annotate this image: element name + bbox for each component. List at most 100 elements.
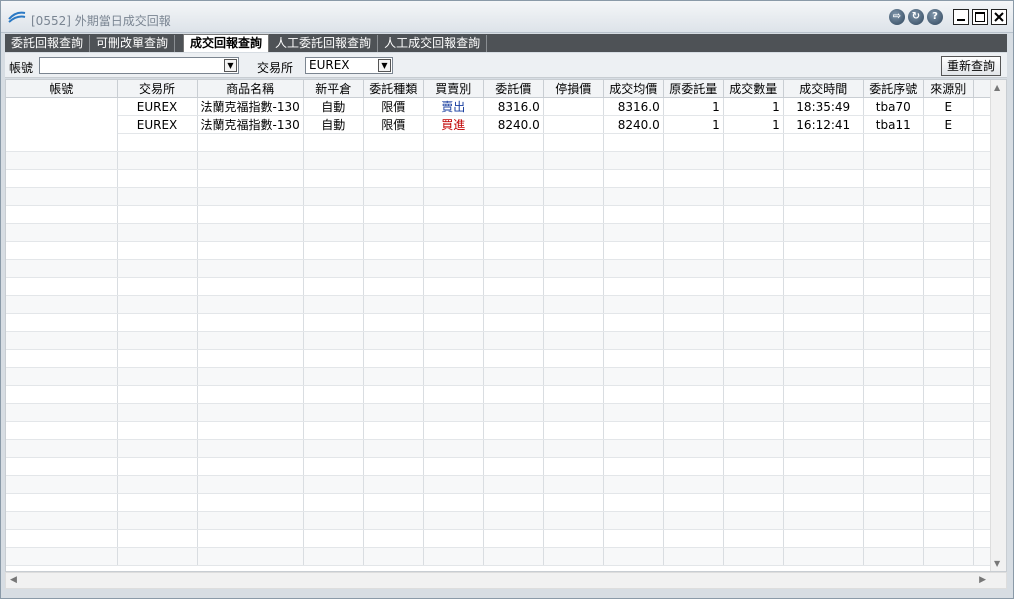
empty-cell xyxy=(117,475,198,494)
avg-price-cell[interactable]: 8240.0 xyxy=(603,115,664,134)
price-cell[interactable]: 8316.0 xyxy=(483,97,544,116)
chevron-down-icon[interactable]: ▼ xyxy=(224,59,237,72)
scroll-left-icon[interactable]: ◀ xyxy=(10,575,17,585)
avg-price-cell[interactable]: 8316.0 xyxy=(603,97,664,116)
price-cell[interactable]: 8240.0 xyxy=(483,115,544,134)
empty-row xyxy=(6,385,999,404)
side-cell[interactable]: 賣出 xyxy=(423,97,484,116)
fill-time-cell[interactable]: 16:12:41 xyxy=(783,115,864,134)
empty-cell xyxy=(197,169,304,188)
empty-cell xyxy=(923,475,974,494)
col-header[interactable]: 委託價 xyxy=(483,80,544,98)
tab-manual-fill-report[interactable]: 人工成交回報查詢 xyxy=(378,35,488,52)
stop-price-cell[interactable] xyxy=(543,115,604,134)
empty-cell xyxy=(117,367,198,386)
col-header[interactable]: 來源別 xyxy=(923,80,974,98)
col-header[interactable]: 原委託量 xyxy=(663,80,724,98)
empty-cell xyxy=(197,133,304,152)
minimize-button[interactable] xyxy=(953,9,969,25)
source-cell[interactable]: E xyxy=(923,97,974,116)
stop-price-cell[interactable] xyxy=(543,97,604,116)
col-header[interactable]: 成交數量 xyxy=(723,80,784,98)
col-header[interactable]: 帳號 xyxy=(6,80,118,98)
order-no-cell[interactable]: tba11 xyxy=(863,115,924,134)
chevron-down-icon[interactable]: ▼ xyxy=(378,59,391,72)
empty-cell xyxy=(483,367,544,386)
help-icon[interactable]: ? xyxy=(927,9,943,25)
col-header[interactable]: 新平倉 xyxy=(303,80,364,98)
title-bar[interactable]: [0552] 外期當日成交回報 ⇨ ↻ ? xyxy=(1,1,1013,33)
tab-cancellable-orders[interactable]: 可刪改單查詢 xyxy=(90,35,176,52)
fill-qty-cell[interactable]: 1 xyxy=(723,97,784,116)
empty-cell xyxy=(117,493,198,512)
empty-cell xyxy=(483,421,544,440)
empty-cell xyxy=(783,367,864,386)
account-select[interactable]: ▼ xyxy=(39,57,239,74)
empty-cell xyxy=(303,259,364,278)
close-button[interactable] xyxy=(991,9,1007,25)
col-header[interactable]: 商品名稱 xyxy=(197,80,304,98)
empty-cell xyxy=(483,241,544,260)
empty-cell xyxy=(483,385,544,404)
col-header[interactable]: 成交時間 xyxy=(783,80,864,98)
empty-cell xyxy=(863,349,924,368)
orig-qty-cell[interactable]: 1 xyxy=(663,115,724,134)
tab-bar: 委託回報查詢 可刪改單查詢 成交回報查詢 人工委託回報查詢 人工成交回報查詢 xyxy=(5,34,1007,52)
tab-fill-report[interactable]: 成交回報查詢 xyxy=(183,34,270,52)
scroll-right-icon[interactable]: ▶ xyxy=(979,575,986,585)
col-header[interactable]: 成交均價 xyxy=(603,80,664,98)
col-header[interactable]: 交易所 xyxy=(117,80,198,98)
source-cell[interactable]: E xyxy=(923,115,974,134)
col-header[interactable]: 停損價 xyxy=(543,80,604,98)
account-cell[interactable] xyxy=(6,97,118,134)
horizontal-scrollbar[interactable]: ◀ ▶ xyxy=(5,572,1007,589)
order-no-cell[interactable]: tba70 xyxy=(863,97,924,116)
table-row[interactable]: EUREX 法蘭克福指數-130 自動 限價 買進 8240.0 8240.0 … xyxy=(6,115,999,134)
order-type-cell[interactable]: 限價 xyxy=(363,97,424,116)
empty-cell xyxy=(483,331,544,350)
refresh-icon[interactable]: ↻ xyxy=(908,9,924,25)
main-window: [0552] 外期當日成交回報 ⇨ ↻ ? 委託回報查詢 可刪改單查詢 成交回報… xyxy=(0,0,1014,599)
open-close-cell[interactable]: 自動 xyxy=(303,115,364,134)
side-cell[interactable]: 買進 xyxy=(423,115,484,134)
col-header[interactable]: 買賣別 xyxy=(423,80,484,98)
export-icon[interactable]: ⇨ xyxy=(889,9,905,25)
empty-cell xyxy=(303,277,364,296)
order-type-cell[interactable]: 限價 xyxy=(363,115,424,134)
empty-cell xyxy=(363,169,424,188)
scroll-down-icon[interactable]: ▼ xyxy=(994,559,1000,568)
empty-cell xyxy=(197,457,304,476)
empty-row xyxy=(6,547,999,566)
maximize-button[interactable] xyxy=(972,9,988,25)
col-header[interactable]: 委託種類 xyxy=(363,80,424,98)
exchange-cell[interactable]: EUREX xyxy=(117,97,198,116)
empty-cell xyxy=(363,133,424,152)
tab-order-report[interactable]: 委託回報查詢 xyxy=(5,35,91,52)
empty-cell xyxy=(117,151,198,170)
col-header[interactable]: 委託序號 xyxy=(863,80,924,98)
empty-cell xyxy=(663,511,724,530)
empty-cell xyxy=(863,331,924,350)
fill-time-cell[interactable]: 18:35:49 xyxy=(783,97,864,116)
empty-cell xyxy=(603,151,664,170)
product-cell[interactable]: 法蘭克福指數-130 xyxy=(197,115,304,134)
open-close-cell[interactable]: 自動 xyxy=(303,97,364,116)
empty-cell xyxy=(603,349,664,368)
table-row[interactable]: EUREX 法蘭克福指數-130 自動 限價 賣出 8316.0 8316.0 … xyxy=(6,97,999,134)
empty-cell xyxy=(6,295,118,314)
empty-cell xyxy=(423,529,484,548)
fill-qty-cell[interactable]: 1 xyxy=(723,115,784,134)
empty-cell xyxy=(723,205,784,224)
exchange-cell[interactable]: EUREX xyxy=(117,115,198,134)
exchange-select[interactable]: EUREX ▼ xyxy=(305,57,393,74)
tab-manual-order-report[interactable]: 人工委託回報查詢 xyxy=(269,35,379,52)
product-cell[interactable]: 法蘭克福指數-130 xyxy=(197,97,304,116)
empty-cell xyxy=(543,385,604,404)
requery-button[interactable]: 重新查詢 xyxy=(940,56,1001,76)
empty-row xyxy=(6,223,999,242)
vertical-scrollbar[interactable]: ▲ ▼ xyxy=(990,80,1006,571)
scroll-up-icon[interactable]: ▲ xyxy=(994,83,1000,92)
orig-qty-cell[interactable]: 1 xyxy=(663,97,724,116)
empty-row xyxy=(6,169,999,188)
empty-cell xyxy=(423,511,484,530)
